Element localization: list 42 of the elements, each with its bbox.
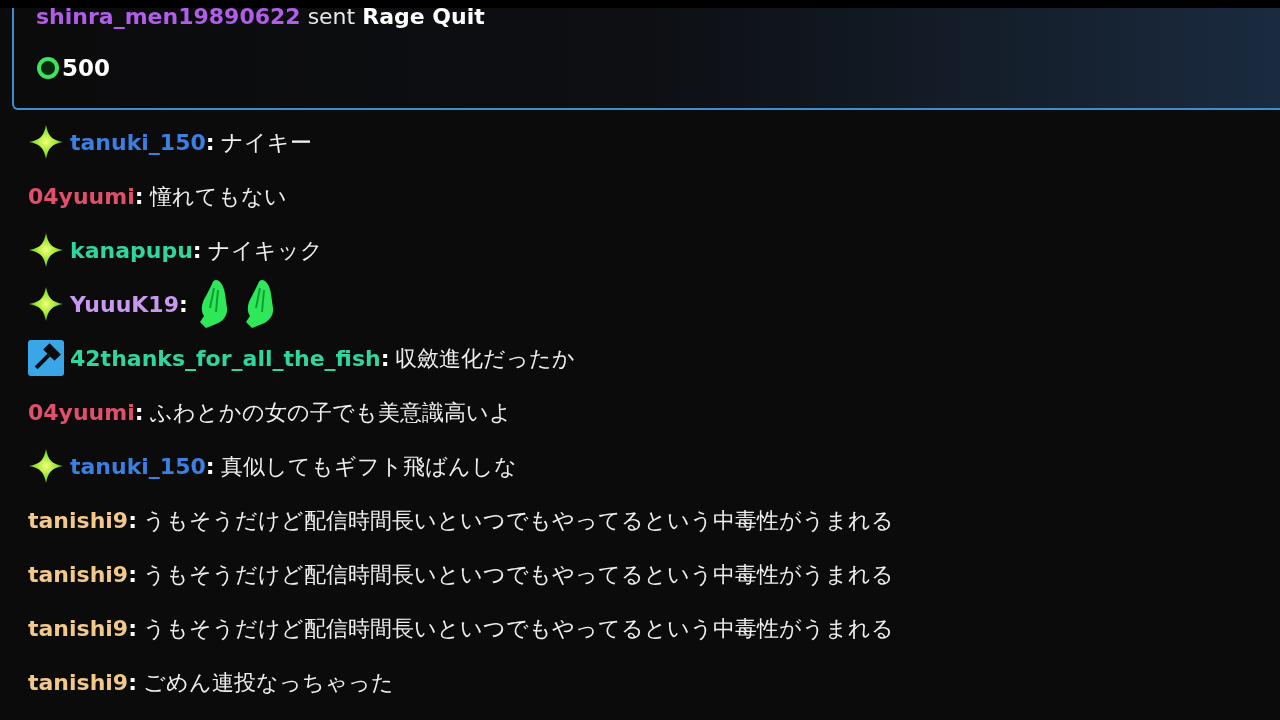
chat-colon: : [192,236,202,265]
chat-username[interactable]: tanishi9 [28,665,129,699]
chat-username[interactable]: tanuki_150 [70,125,206,159]
chat-colon: : [179,290,188,319]
chat-colon: : [134,182,144,211]
chat-message: うもそうだけど配信時間長いといつでもやってるという中毒性がうまれる [143,506,894,535]
hammer-badge-icon [28,340,64,376]
sparkle-badge-icon [28,232,64,268]
chat-message: ふわとかの女の子でも美意識高いよ [149,398,512,427]
chat-colon: : [380,344,390,373]
chat-colon: : [128,668,137,697]
chat-message: ナイキック [207,236,323,265]
chat-username[interactable]: tanishi9 [28,557,129,591]
gift-item: Rage Quit [362,6,485,28]
sparkle-badge-icon [28,286,64,322]
chat-message: 収斂進化だったか [395,344,576,373]
sparkle-badge-icon [28,124,64,160]
chat-message: ナイキー [220,128,312,157]
chat-username[interactable]: tanishi9 [28,611,129,645]
chat-colon: : [128,560,137,589]
chat-colon: : [134,398,144,427]
chat-message: ごめん連投なっちゃった [143,668,394,697]
chat-message: 憧れてもない [149,182,287,211]
sparkle-badge-icon [28,448,64,484]
chat-username[interactable]: 04yuumi [28,179,135,213]
chat-colon: : [205,452,215,481]
chat-username[interactable]: 04yuumi [28,395,135,429]
coin-icon [36,56,60,81]
chat-message: うもそうだけど配信時間長いといつでもやってるという中毒性がうまれる [143,614,894,643]
chat-colon: : [128,614,137,643]
chat-username[interactable]: YuuuK19 [70,287,179,321]
chat-colon: : [205,128,215,157]
gift-sender: shinra_men19890622 [36,6,301,28]
chat-username[interactable]: tanishi9 [28,503,129,537]
gift-amount: 500 [62,54,110,83]
chat-colon: : [128,506,137,535]
gift-verb: sent [307,6,356,28]
chat-username[interactable]: 42thanks_for_all_the_fish [70,341,381,375]
chat-message: 真似してもギフト飛ばんしな [220,452,517,481]
chat-username[interactable]: tanuki_150 [70,449,206,483]
chat-username[interactable]: kanapupu [70,233,193,267]
chat-message: うもそうだけど配信時間長いといつでもやってるという中毒性がうまれる [143,560,894,589]
